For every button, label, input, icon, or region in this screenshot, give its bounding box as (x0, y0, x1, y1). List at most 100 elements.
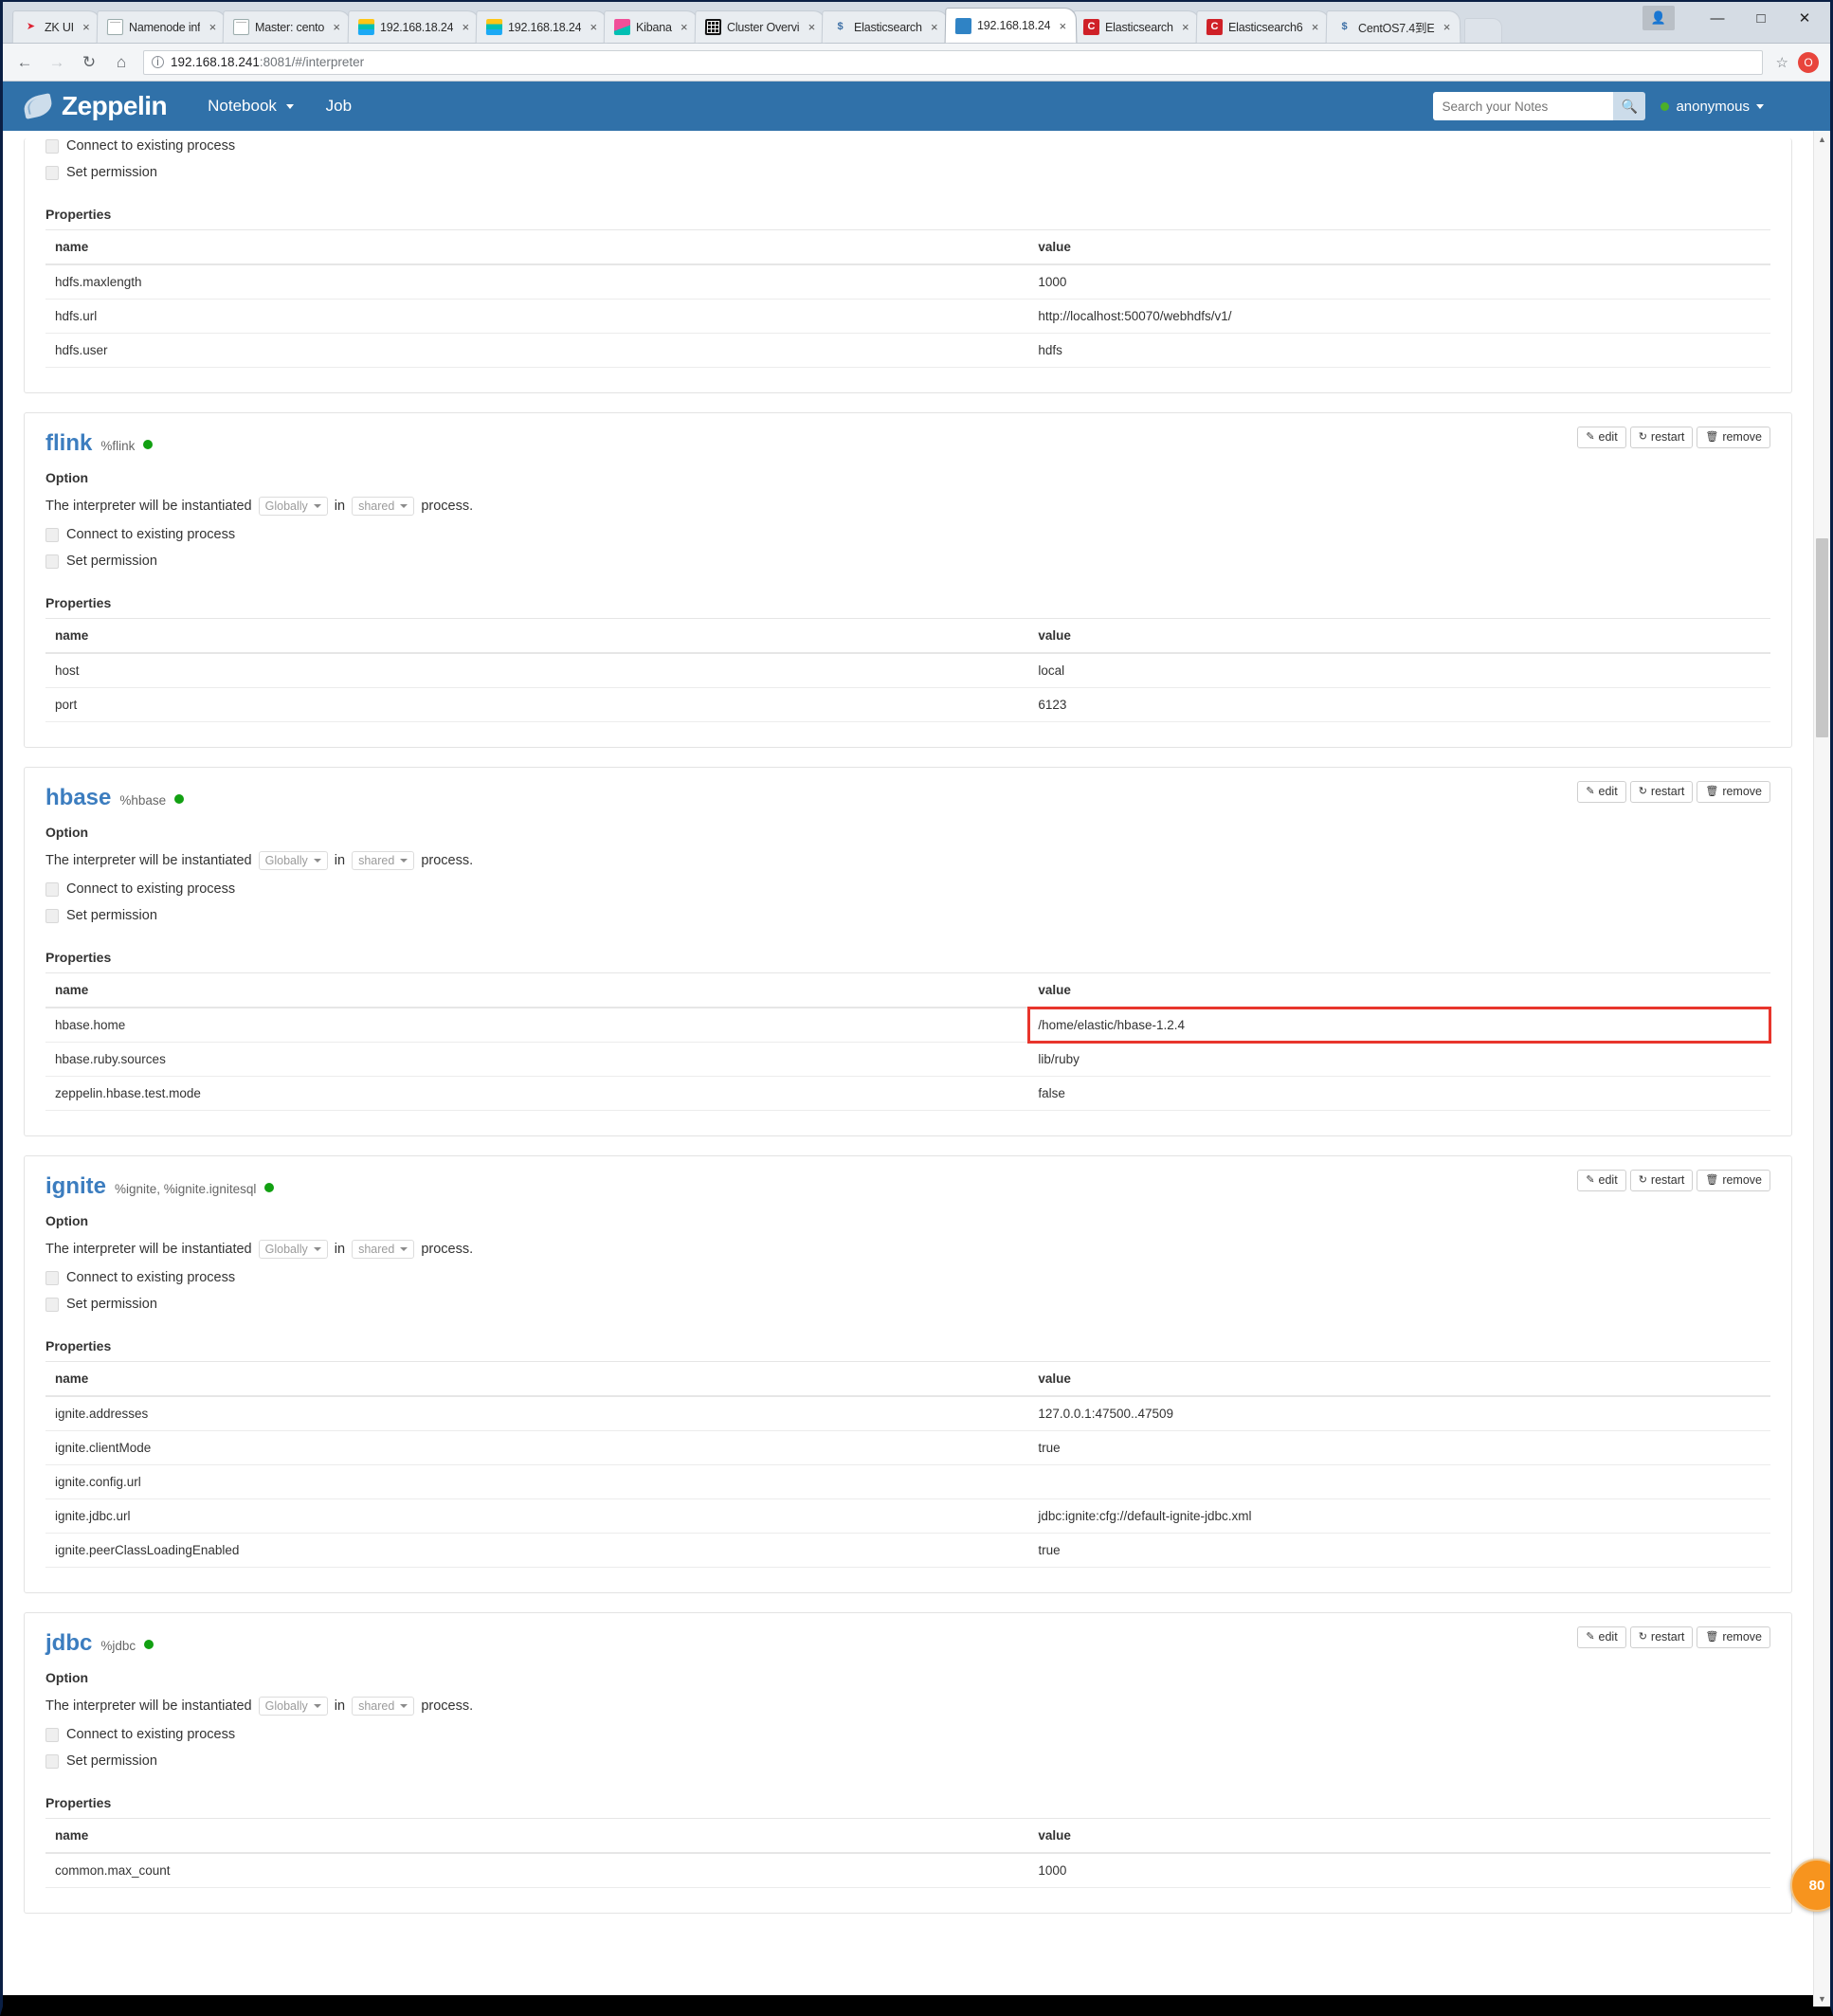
trash-icon: 🗑 (1705, 1173, 1719, 1186)
connect-existing-checkbox[interactable] (45, 527, 59, 542)
close-icon[interactable]: × (330, 20, 343, 34)
page-info-icon[interactable]: i (152, 56, 164, 68)
close-icon[interactable]: × (80, 20, 93, 34)
bookmark-star-icon[interactable]: ☆ (1770, 54, 1794, 71)
scope-select[interactable]: Globally (258, 497, 328, 516)
nav-item-notebook-label: Notebook (208, 97, 277, 115)
url-input[interactable]: i 192.168.18.241:8081/#/interpreter (143, 49, 1763, 75)
forward-button[interactable]: → (43, 48, 71, 77)
column-header-name: name (45, 229, 1029, 265)
browser-tab-9[interactable]: C Elasticsearch × (1073, 10, 1201, 44)
process-select[interactable]: shared (352, 1240, 415, 1259)
interpreter-name[interactable]: flink (45, 430, 92, 457)
search-box[interactable]: 🔍 (1433, 92, 1646, 120)
user-status-dot (1661, 101, 1670, 111)
set-permission-checkbox[interactable] (45, 554, 59, 569)
close-window-button[interactable]: ✕ (1783, 4, 1826, 32)
close-icon[interactable]: × (678, 20, 691, 34)
reload-button[interactable]: ↻ (75, 48, 103, 77)
browser-tab-11[interactable]: $ CentOS7.4到E × (1325, 10, 1461, 44)
set-permission-checkbox-label: Set permission (66, 908, 157, 923)
restart-button-ignite[interactable]: ↻ restart (1629, 1170, 1694, 1191)
close-icon[interactable]: × (1056, 19, 1069, 33)
maximize-button[interactable]: □ (1739, 4, 1783, 32)
home-button[interactable]: ⌂ (107, 48, 136, 77)
browser-tab-7[interactable]: $ Elasticsearch × (821, 10, 950, 44)
connect-existing-checkbox[interactable] (45, 881, 59, 897)
browser-tab-label: 192.168.18.24 (507, 20, 582, 34)
profile-chip[interactable]: 👤 (1642, 6, 1675, 30)
close-icon[interactable]: × (1179, 20, 1192, 34)
process-select[interactable]: shared (352, 1697, 415, 1716)
interpreter-name[interactable]: hbase (45, 785, 111, 811)
connect-existing-checkbox[interactable] (45, 1270, 59, 1285)
process-select[interactable]: shared (352, 497, 415, 516)
status-indicator-icon (144, 1640, 154, 1649)
browser-tab-10[interactable]: C Elasticsearch6 × (1195, 10, 1331, 44)
set-permission-checkbox[interactable] (45, 1753, 59, 1769)
property-name-cell: ignite.addresses (45, 1396, 1029, 1431)
scroll-up-arrow[interactable]: ▲ (1814, 131, 1830, 147)
user-menu[interactable]: anonymous (1661, 99, 1764, 115)
close-icon[interactable]: × (1440, 20, 1453, 34)
restart-button-hbase[interactable]: ↻ restart (1629, 781, 1694, 803)
properties-table: name value common.max_count 1000 (45, 1818, 1770, 1888)
browser-tab-4[interactable]: 192.168.18.24 × (475, 10, 608, 44)
restart-button-flink[interactable]: ↻ restart (1629, 427, 1694, 448)
close-icon[interactable]: × (928, 20, 941, 34)
table-header-row: name value (45, 618, 1770, 654)
search-input[interactable] (1433, 92, 1614, 120)
remove-button-jdbc[interactable]: 🗑 remove (1697, 1626, 1770, 1648)
extension-icon[interactable]: O (1798, 51, 1819, 73)
interpreter-name[interactable]: jdbc (45, 1630, 92, 1657)
remove-button-ignite[interactable]: 🗑 remove (1697, 1170, 1770, 1191)
minimize-button[interactable]: — (1696, 4, 1739, 32)
back-button[interactable]: ← (10, 48, 39, 77)
scope-select-value: Globally (264, 854, 308, 867)
process-select[interactable]: shared (352, 851, 415, 870)
close-icon[interactable]: × (805, 20, 818, 34)
browser-tab-0[interactable]: ➤ ZK UI × (11, 10, 101, 44)
search-icon[interactable]: 🔍 (1613, 92, 1646, 120)
browser-tab-5[interactable]: Kibana × (603, 10, 699, 44)
browser-tab-6[interactable]: Cluster Overvi × (694, 10, 826, 44)
close-icon[interactable]: × (206, 20, 219, 34)
interpreter-name[interactable]: ignite (45, 1173, 106, 1200)
page-scrollbar[interactable]: ▲ ▼ (1813, 131, 1830, 2007)
edit-button-jdbc[interactable]: ✎ edit (1577, 1626, 1626, 1648)
remove-button-flink[interactable]: 🗑 remove (1697, 427, 1770, 448)
close-icon[interactable]: × (587, 20, 600, 34)
connect-existing-checkbox[interactable] (45, 138, 59, 154)
instantiate-suffix: process. (421, 853, 474, 868)
browser-tab-1[interactable]: Namenode inf × (96, 10, 227, 44)
set-permission-checkbox-row: Set permission (45, 908, 1770, 923)
scroll-down-arrow[interactable]: ▼ (1814, 1990, 1830, 2007)
url-text: 192.168.18.241:8081/#/interpreter (171, 55, 364, 69)
edit-button-hbase[interactable]: ✎ edit (1577, 781, 1626, 803)
set-permission-checkbox[interactable] (45, 1297, 59, 1312)
pencil-icon: ✎ (1586, 1630, 1595, 1643)
remove-button-hbase[interactable]: 🗑 remove (1697, 781, 1770, 803)
scrollbar-thumb[interactable] (1816, 538, 1828, 737)
connect-existing-checkbox[interactable] (45, 1727, 59, 1742)
remove-button-label: remove (1722, 1173, 1762, 1187)
restart-button-jdbc[interactable]: ↻ restart (1629, 1626, 1694, 1648)
scope-select[interactable]: Globally (258, 851, 328, 870)
browser-tab-2[interactable]: Master: cento × (223, 10, 352, 44)
chevron-down-icon (400, 1247, 408, 1251)
browser-tab-8[interactable]: 192.168.18.24 × (944, 8, 1078, 44)
zeppelin-brand[interactable]: Zeppelin (22, 91, 168, 121)
set-permission-checkbox[interactable] (45, 908, 59, 923)
set-permission-checkbox[interactable] (45, 165, 59, 180)
scope-select[interactable]: Globally (258, 1697, 328, 1716)
nav-item-notebook[interactable]: Notebook (191, 82, 310, 131)
edit-button-ignite[interactable]: ✎ edit (1577, 1170, 1626, 1191)
scope-select[interactable]: Globally (258, 1240, 328, 1259)
nav-item-job[interactable]: Job (310, 82, 368, 131)
new-tab-button[interactable] (1464, 18, 1503, 43)
edit-button-flink[interactable]: ✎ edit (1577, 427, 1626, 448)
close-icon[interactable]: × (1309, 20, 1322, 34)
close-icon[interactable]: × (459, 20, 472, 34)
url-path: :8081/#/interpreter (259, 55, 365, 69)
browser-tab-3[interactable]: 192.168.18.24 × (347, 10, 481, 44)
